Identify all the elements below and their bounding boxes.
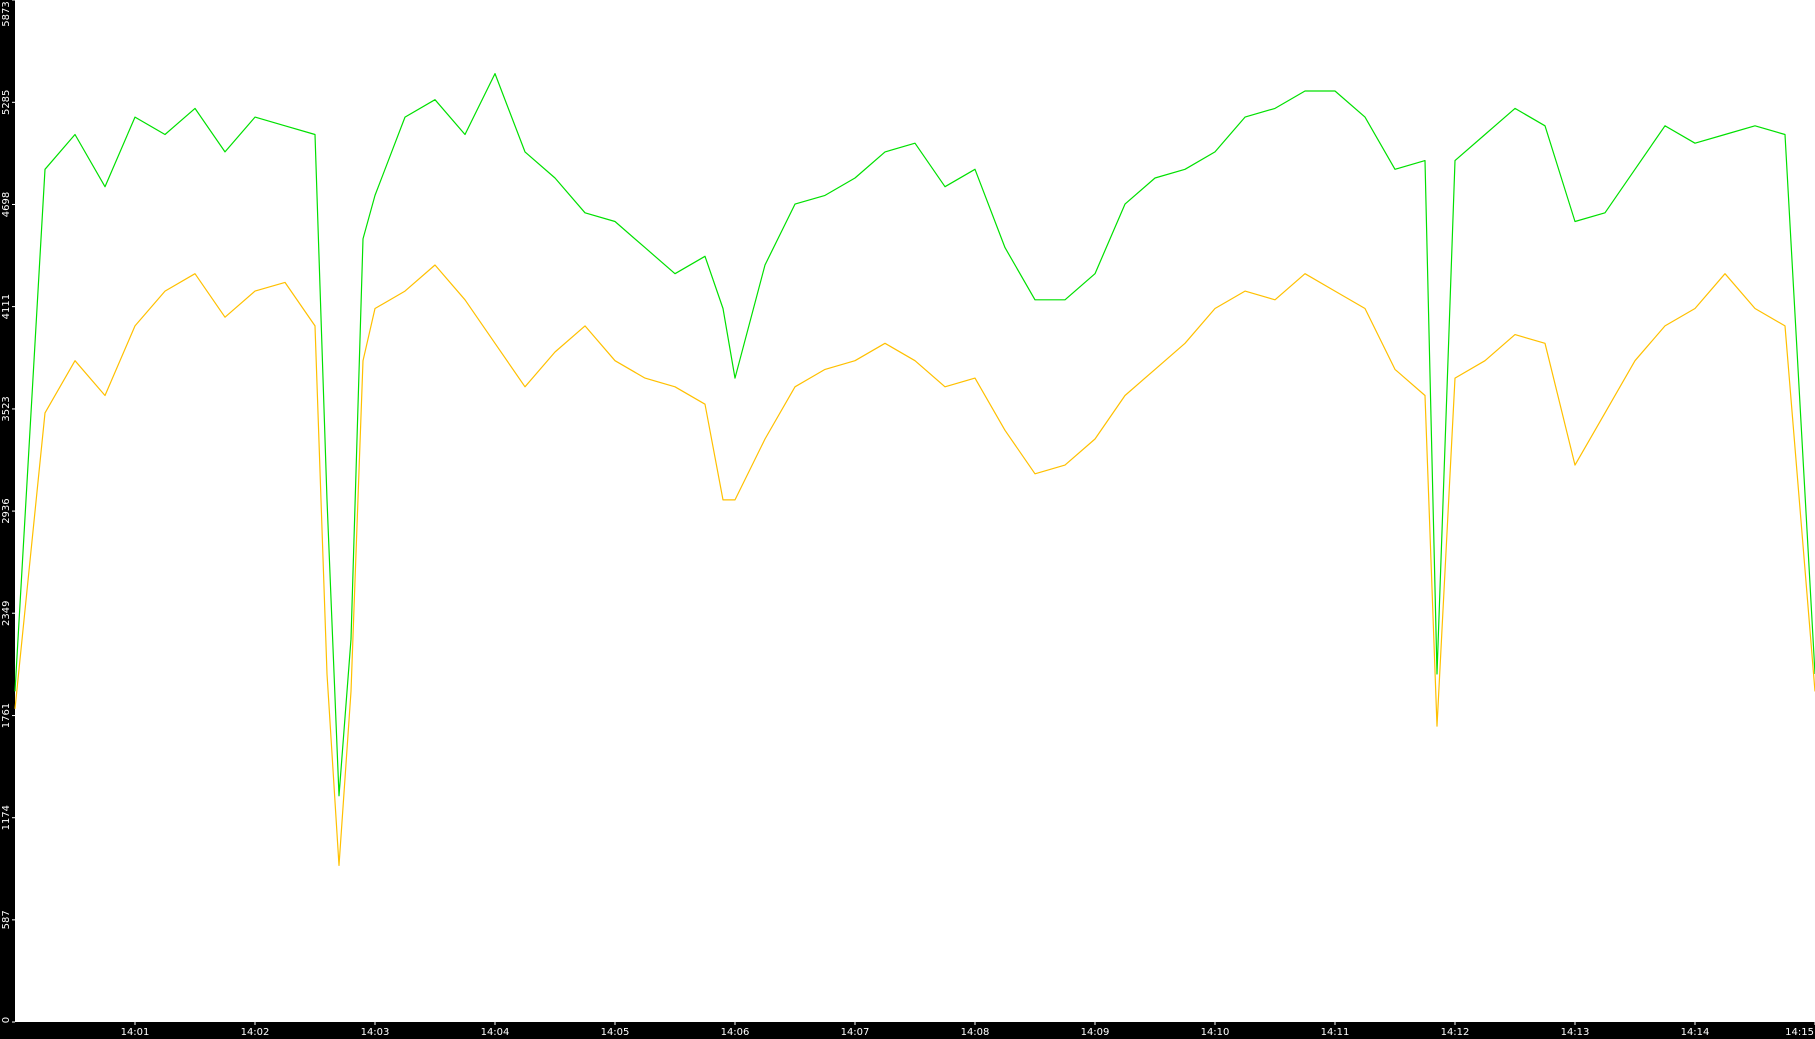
line-chart: 0 587 1174 1761 2349 2936 3523 4111 4698 5285 5873… <box>1 0 1815 1038</box>
x-tick-label: 14:12 <box>1441 1027 1470 1038</box>
x-tick-label: 14:14 <box>1681 1027 1710 1038</box>
x-tick-label: 14:10 <box>1201 1027 1230 1038</box>
x-tick-label: 14:01 <box>121 1027 150 1038</box>
plot-area <box>15 0 1815 1022</box>
y-tick-label: 5873 <box>1 1 12 26</box>
chart-panel: 0 587 1174 1761 2349 2936 3523 4111 4698 5285 5873… <box>0 0 1815 1039</box>
x-tick-label: 14:13 <box>1561 1027 1590 1038</box>
x-tick-label: 14:07 <box>841 1027 870 1038</box>
y-tick-label: 3523 <box>1 396 12 421</box>
y-tick-label: 5285 <box>1 90 12 115</box>
x-tick-label: 14:06 <box>721 1027 750 1038</box>
x-tick-label: 14:02 <box>241 1027 270 1038</box>
x-tick-label: 14:08 <box>961 1027 990 1038</box>
y-tick-label: 587 <box>1 910 12 929</box>
x-tick-label: 14:11 <box>1321 1027 1350 1038</box>
x-tick-label: 14:03 <box>361 1027 390 1038</box>
x-tick-label: 14:09 <box>1081 1027 1110 1038</box>
y-tick-label: 1174 <box>1 805 12 830</box>
y-tick-label: 2936 <box>1 498 12 523</box>
x-tick-label: 14:05 <box>601 1027 630 1038</box>
y-tick-label: 2349 <box>1 601 12 626</box>
y-tick-label: 0 <box>1 1017 12 1023</box>
y-tick-label: 4698 <box>1 192 12 217</box>
x-tick-label: 14:04 <box>481 1027 510 1038</box>
y-tick-label: 1761 <box>1 703 12 728</box>
x-tick-label: 14:15 <box>1785 1027 1814 1038</box>
y-tick-label: 4111 <box>1 294 12 319</box>
